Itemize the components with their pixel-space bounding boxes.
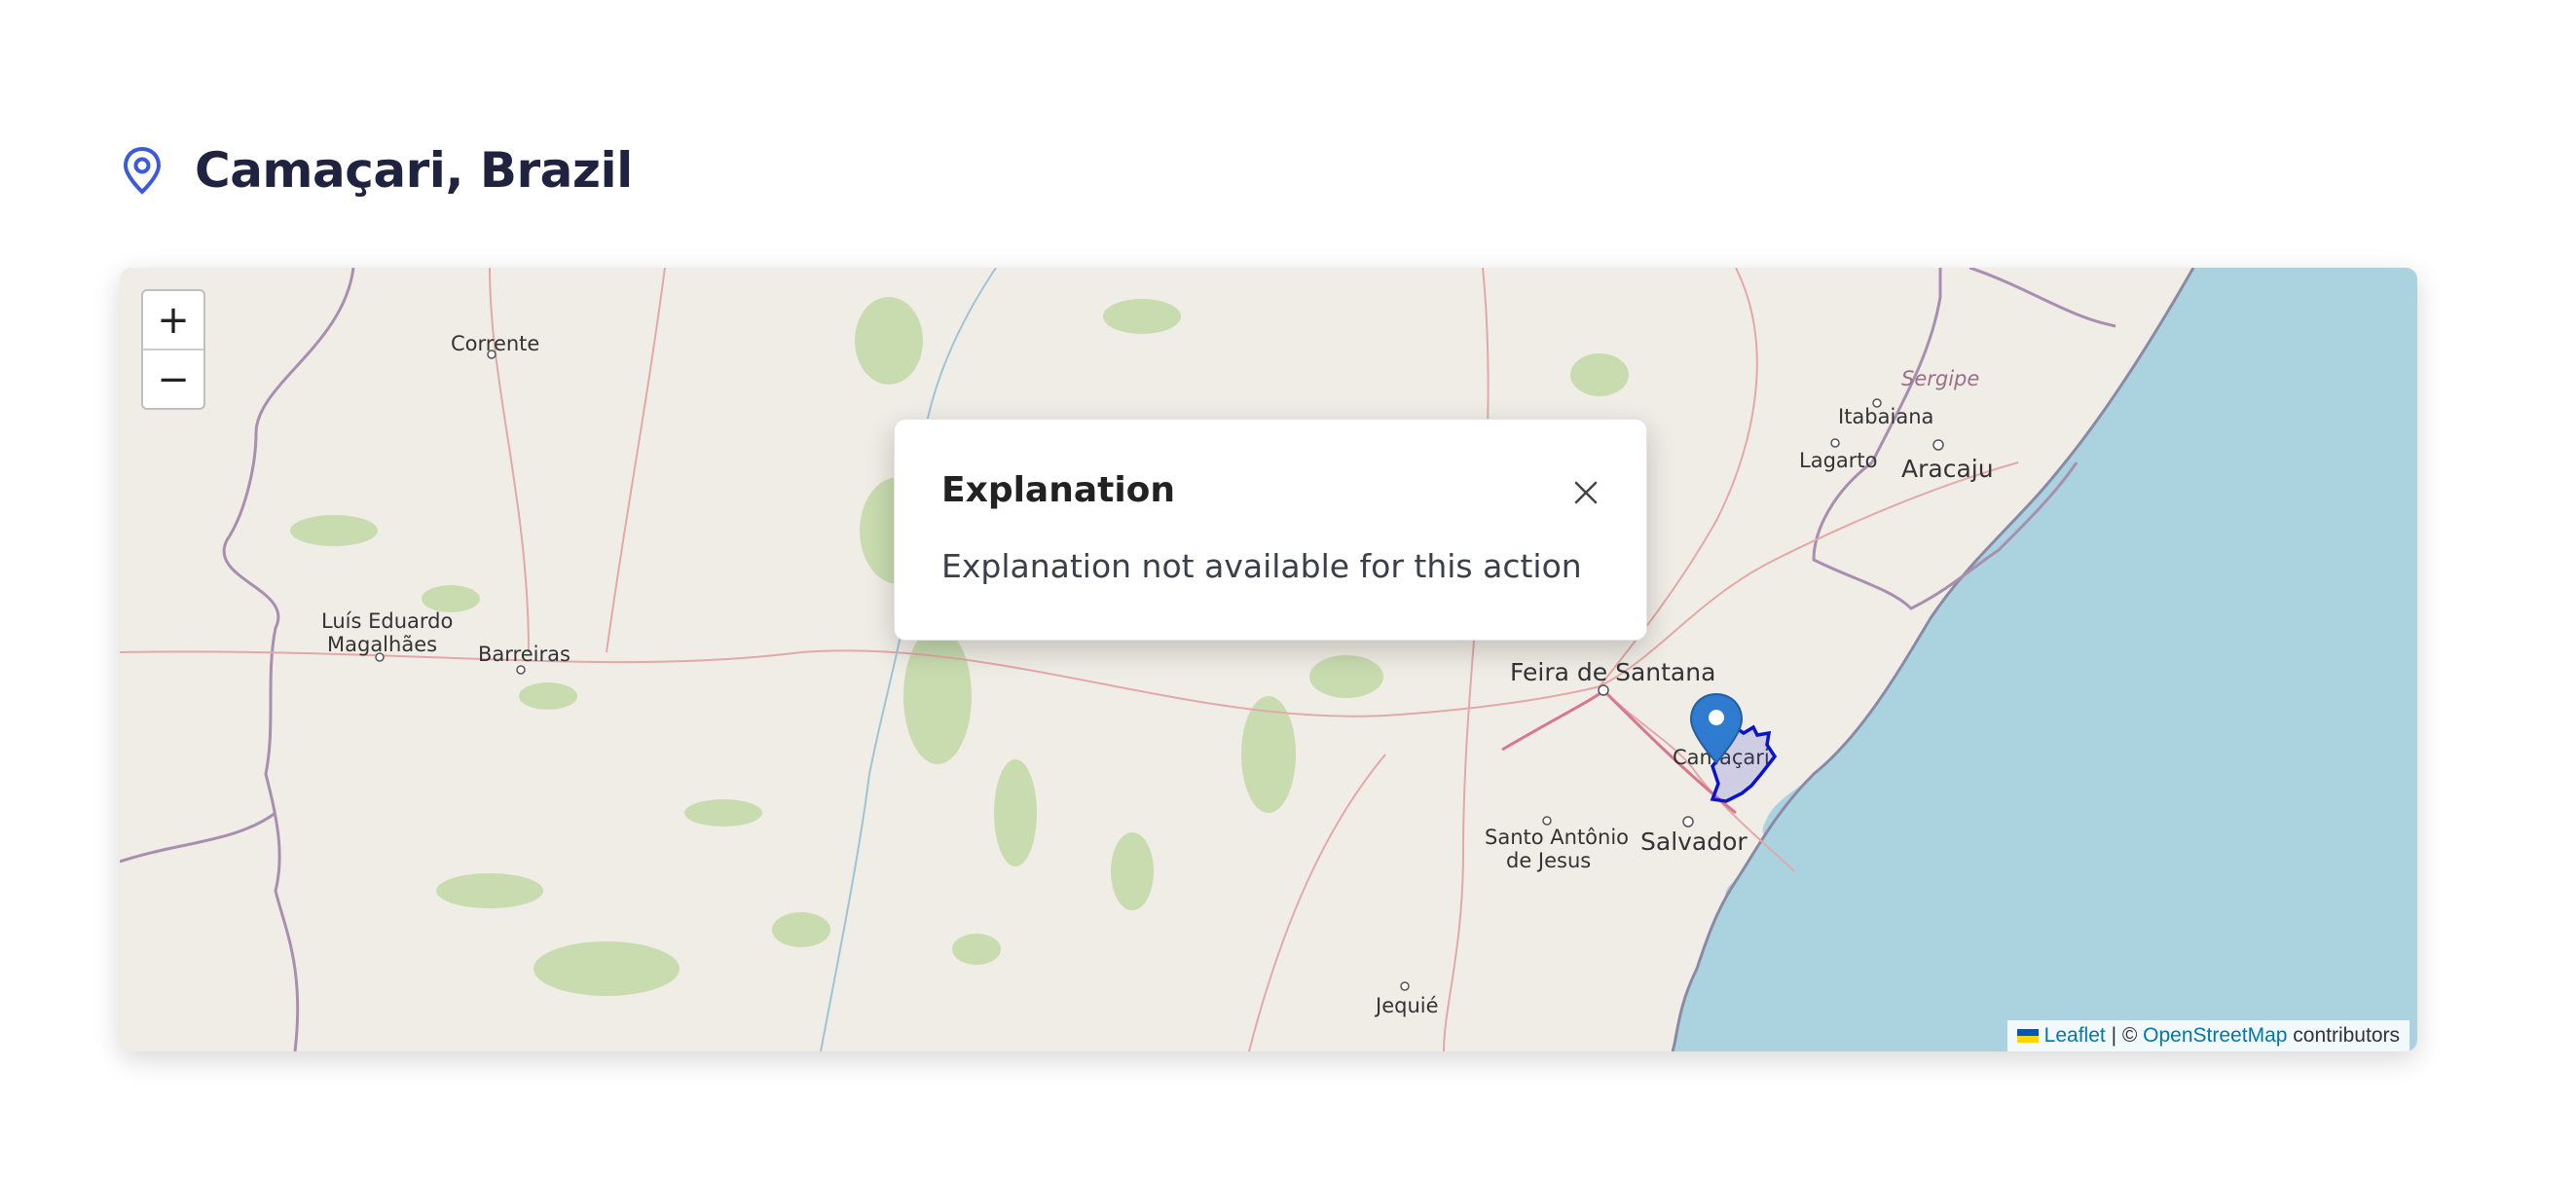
attribution-separator: | © (2111, 1024, 2138, 1047)
place-label: Salvador (1640, 828, 1748, 856)
close-icon[interactable] (1571, 478, 1601, 507)
place-label: Sergipe (1901, 367, 1979, 390)
ukraine-flag-icon (2016, 1029, 2039, 1043)
leaflet-link[interactable]: Leaflet (2044, 1024, 2106, 1048)
modal-body: Explanation not available for this actio… (941, 547, 1582, 585)
place-label: de Jesus (1506, 849, 1591, 872)
place-label: Magalhães (327, 633, 437, 656)
place-label: Santo Antônio (1485, 826, 1629, 849)
page-header: Camaçari, Brazil (121, 136, 633, 204)
modal-title: Explanation (941, 470, 1176, 510)
map-tiles[interactable]: Corrente Luís Eduardo Magalhães Barreira… (120, 268, 2417, 1051)
openstreetmap-link[interactable]: OpenStreetMap (2143, 1024, 2287, 1048)
zoom-control: + − (141, 289, 205, 410)
place-label: Luís Eduardo (321, 609, 453, 633)
place-label: Feira de Santana (1510, 658, 1715, 686)
zoom-in-button[interactable]: + (143, 291, 203, 349)
page-title: Camaçari, Brazil (195, 142, 633, 199)
place-label: Itabaiana (1838, 405, 1933, 428)
place-label: Lagarto (1799, 449, 1877, 472)
map-attribution: Leaflet | © OpenStreetMap contributors (2006, 1020, 2410, 1051)
explanation-modal: Explanation Explanation not available fo… (894, 419, 1647, 641)
place-label: Aracaju (1901, 455, 1994, 483)
place-label: Barreiras (478, 643, 570, 666)
zoom-out-button[interactable]: − (143, 349, 203, 408)
attribution-contributors: contributors (2293, 1024, 2400, 1047)
place-label: Corrente (451, 332, 539, 355)
map-pin-icon (121, 146, 164, 195)
place-label: Jequié (1374, 994, 1439, 1017)
map-container[interactable]: Corrente Luís Eduardo Magalhães Barreira… (120, 268, 2417, 1051)
